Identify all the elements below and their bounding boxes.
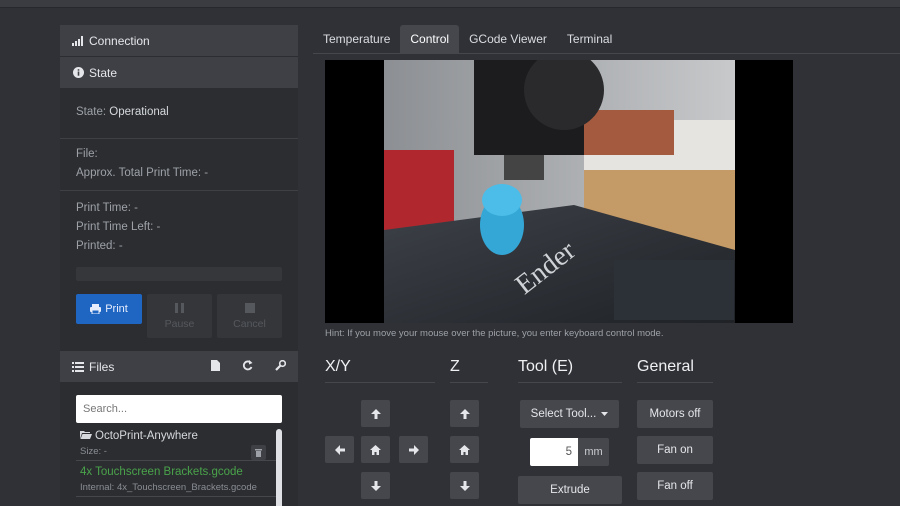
tab-temperature[interactable]: Temperature bbox=[313, 25, 400, 53]
arrow-right-icon bbox=[408, 444, 419, 455]
webcam-hint: Hint: If you move your mouse over the pi… bbox=[325, 328, 664, 339]
print-progress-bar bbox=[76, 267, 282, 281]
home-z-button[interactable] bbox=[450, 436, 479, 463]
jog-y-up-button[interactable] bbox=[361, 400, 390, 427]
arrow-up-icon bbox=[459, 408, 470, 419]
approx-time-row: Approx. Total Print Time: - bbox=[76, 164, 282, 183]
cancel-label: Cancel bbox=[233, 317, 266, 330]
print-label: Print bbox=[105, 303, 128, 315]
refresh-icon[interactable] bbox=[242, 359, 253, 374]
print-time-left-label: Print Time Left: bbox=[76, 221, 154, 233]
pause-button[interactable]: Pause bbox=[147, 294, 212, 338]
list-icon bbox=[71, 361, 85, 372]
arrow-down-icon bbox=[370, 480, 381, 491]
print-controls: Print Pause Cancel bbox=[76, 294, 282, 338]
trash-icon[interactable] bbox=[251, 445, 266, 460]
jog-z-up-button[interactable] bbox=[450, 400, 479, 427]
tab-control[interactable]: Control bbox=[400, 25, 460, 53]
sidebar: Connection State State: Operational File… bbox=[60, 25, 298, 506]
cancel-button[interactable]: Cancel bbox=[217, 294, 282, 338]
wrench-icon[interactable] bbox=[275, 359, 287, 374]
print-time-left-row: Print Time Left: - bbox=[76, 218, 282, 237]
jog-x-right-button[interactable] bbox=[399, 436, 428, 463]
select-tool-dropdown[interactable]: Select Tool... bbox=[520, 400, 619, 428]
approx-time-value: - bbox=[204, 167, 209, 179]
connection-panel-header[interactable]: Connection bbox=[60, 25, 298, 57]
extrude-unit-label: mm bbox=[578, 438, 609, 466]
general-section-title: General bbox=[637, 358, 713, 383]
file-meta: Internal: 4x_Touchscreen_Brackets.gcode bbox=[80, 482, 257, 493]
z-section-title: Z bbox=[450, 358, 488, 383]
approx-time-label: Approx. Total Print Time: bbox=[76, 167, 202, 179]
stop-icon bbox=[244, 302, 255, 313]
tab-gcode-viewer[interactable]: GCode Viewer bbox=[459, 25, 557, 53]
file-label: File: bbox=[76, 148, 98, 160]
info-icon bbox=[71, 67, 85, 78]
state-title: State bbox=[89, 65, 118, 80]
file-name: OctoPrint-Anywhere bbox=[95, 430, 198, 442]
print-time-label: Print Time: bbox=[76, 202, 131, 214]
fan-off-button[interactable]: Fan off bbox=[637, 472, 713, 500]
printed-value: - bbox=[118, 240, 123, 252]
list-item[interactable]: 4x Touchscreen Brackets.gcode Internal: … bbox=[76, 461, 282, 497]
arrow-down-icon bbox=[459, 480, 470, 491]
file-list: OctoPrint-Anywhere Size: - 4x Touchscree… bbox=[76, 425, 282, 506]
jog-x-left-button[interactable] bbox=[325, 436, 354, 463]
print-time-value: - bbox=[134, 202, 139, 214]
print-icon bbox=[90, 304, 102, 314]
jog-y-down-button[interactable] bbox=[361, 472, 390, 499]
folder-open-icon bbox=[80, 431, 92, 439]
tool-section-title: Tool (E) bbox=[518, 358, 622, 383]
webcam-image[interactable]: Ender bbox=[384, 60, 735, 323]
file-name: 4x Touchscreen Brackets.gcode bbox=[80, 466, 243, 478]
home-icon bbox=[459, 444, 470, 455]
extrude-button[interactable]: Extrude bbox=[518, 476, 622, 504]
print-button[interactable]: Print bbox=[76, 294, 142, 324]
main-tabs: Temperature Control GCode Viewer Termina… bbox=[313, 25, 900, 54]
top-navbar bbox=[0, 0, 900, 8]
print-time-row: Print Time: - bbox=[76, 199, 282, 218]
xy-section-title: X/Y bbox=[325, 358, 435, 383]
arrow-up-icon bbox=[370, 408, 381, 419]
file-search-input[interactable] bbox=[76, 395, 282, 423]
pause-label: Pause bbox=[164, 317, 195, 330]
print-time-left-value: - bbox=[156, 221, 161, 233]
jog-z-down-button[interactable] bbox=[450, 472, 479, 499]
scrollbar[interactable] bbox=[276, 429, 282, 506]
tab-terminal[interactable]: Terminal bbox=[557, 25, 622, 53]
caret-down-icon bbox=[601, 412, 609, 416]
files-panel-header[interactable]: Files bbox=[60, 351, 298, 383]
select-tool-label: Select Tool... bbox=[530, 408, 597, 420]
new-file-icon[interactable] bbox=[211, 359, 220, 374]
printed-label: Printed: bbox=[76, 240, 116, 252]
pause-icon bbox=[175, 302, 184, 313]
extrude-amount-input[interactable] bbox=[530, 438, 578, 466]
home-xy-button[interactable] bbox=[361, 436, 390, 463]
state-panel-header[interactable]: State bbox=[60, 57, 298, 89]
state-row: State: Operational bbox=[76, 106, 169, 118]
file-meta: Size: - bbox=[80, 446, 107, 457]
fan-on-button[interactable]: Fan on bbox=[637, 436, 713, 464]
arrow-left-icon bbox=[334, 444, 345, 455]
connection-title: Connection bbox=[89, 33, 150, 48]
files-title: Files bbox=[89, 359, 115, 374]
state-body: State: Operational File: Approx. Total P… bbox=[60, 89, 298, 338]
home-icon bbox=[370, 444, 381, 455]
motors-off-button[interactable]: Motors off bbox=[637, 400, 713, 428]
printed-row: Printed: - bbox=[76, 237, 282, 256]
state-label: State bbox=[76, 106, 103, 118]
file-row: File: bbox=[76, 145, 282, 164]
signal-icon bbox=[71, 35, 85, 46]
state-value: Operational bbox=[109, 106, 169, 118]
